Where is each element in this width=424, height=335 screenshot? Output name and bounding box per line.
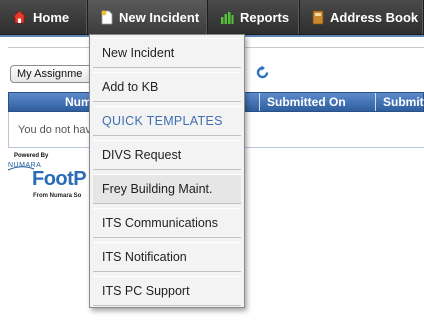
bar-chart-icon xyxy=(220,11,234,24)
menu-item-its-notification[interactable]: ITS Notification xyxy=(93,242,241,272)
nav-new-incident-label: New Incident xyxy=(119,9,200,25)
menu-item-its-communications[interactable]: ITS Communications xyxy=(93,208,241,238)
house-icon xyxy=(12,10,27,24)
menu-item-divs-request[interactable]: DIVS Request xyxy=(93,140,241,170)
menu-item-label: ITS Notification xyxy=(102,250,187,264)
nav-tab-reports[interactable]: Reports xyxy=(208,0,300,34)
footprints-logo: FootP xyxy=(32,168,87,190)
empty-table-message: You do not hav xyxy=(18,124,91,136)
nav-tab-home[interactable]: Home xyxy=(0,0,88,34)
column-header-submitted-by[interactable]: Submitt xyxy=(383,93,424,111)
column-divider xyxy=(259,93,260,111)
new-incident-dropdown-menu: New Incident Add to KB QUICK TEMPLATES D… xyxy=(89,34,245,308)
column-header-submitted-on[interactable]: Submitted On xyxy=(267,93,377,111)
book-icon xyxy=(312,10,324,25)
refresh-icon[interactable] xyxy=(255,65,270,85)
menu-item-frey-building-maint[interactable]: Frey Building Maint. xyxy=(93,174,241,204)
from-numara-text: From Numara So xyxy=(33,193,82,199)
menu-header-label: QUICK TEMPLATES xyxy=(102,114,223,128)
menu-item-new-incident[interactable]: New Incident xyxy=(93,38,241,68)
document-icon xyxy=(100,10,113,25)
nav-tab-new-incident[interactable]: New Incident xyxy=(88,0,208,34)
nav-home-label: Home xyxy=(33,9,70,25)
nav-address-book-label: Address Book xyxy=(330,9,419,25)
menu-item-its-pc-support[interactable]: ITS PC Support xyxy=(93,276,241,306)
menu-header-quick-templates: QUICK TEMPLATES xyxy=(93,106,241,136)
menu-item-label: ITS Communications xyxy=(102,216,219,230)
menu-item-label: DIVS Request xyxy=(102,148,182,162)
nav-tab-address-book[interactable]: Address Book xyxy=(300,0,424,34)
nav-reports-label: Reports xyxy=(240,9,290,25)
menu-item-label: Add to KB xyxy=(102,80,159,94)
menu-item-label: ITS PC Support xyxy=(102,284,190,298)
top-nav-bar: Home New Incident Reports Address Book xyxy=(0,0,424,35)
column-divider xyxy=(375,93,376,111)
menu-item-label: New Incident xyxy=(102,46,175,60)
powered-by-label: Powered By xyxy=(14,153,49,159)
menu-item-add-to-kb[interactable]: Add to KB xyxy=(93,72,241,102)
menu-item-label: Frey Building Maint. xyxy=(102,182,213,196)
